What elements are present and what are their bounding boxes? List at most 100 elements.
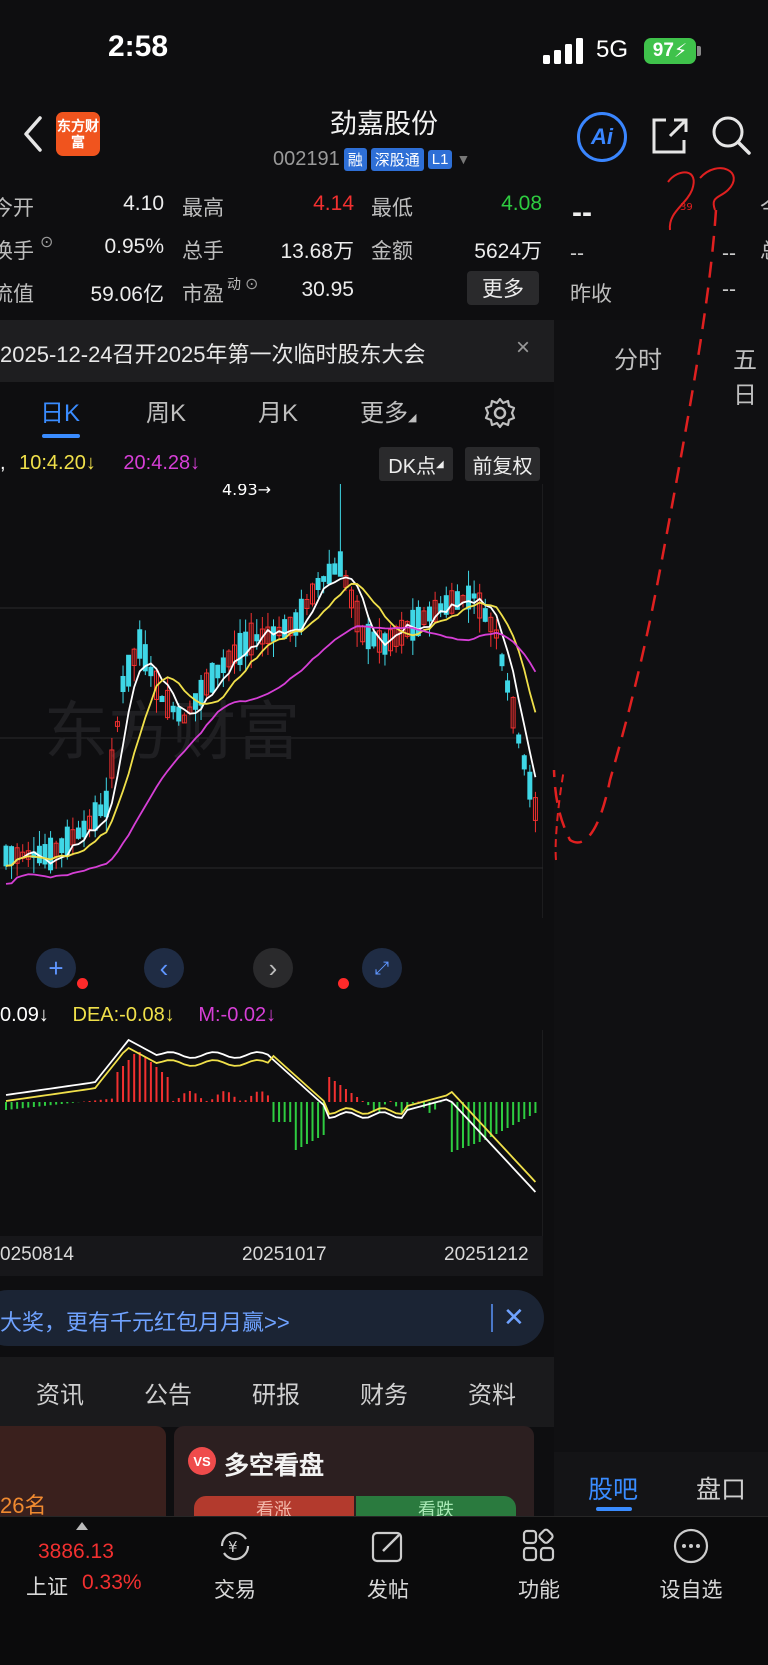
value-turnover: 0.95% (104, 235, 164, 258)
index-name[interactable]: 上证 (26, 1571, 68, 1601)
dif-value: 0.09↓ (0, 1004, 49, 1026)
macd-legend: 0.09↓ DEA:-0.08↓ M:-0.02↓ (0, 1004, 276, 1027)
candle-body (415, 606, 421, 637)
kline-chart[interactable]: 东方财富 4.93→ (0, 484, 543, 918)
label-volume: 总手 (182, 240, 224, 263)
edit-icon (371, 1531, 403, 1563)
dk-point-label: DK点 (388, 455, 437, 478)
candle-body (521, 755, 527, 770)
dea-line (5, 1046, 537, 1183)
network-type: 5G (596, 36, 629, 63)
date-axis: 0250814 20251017 20251212 (0, 1236, 543, 1276)
candle-body (59, 838, 65, 854)
candle-body (482, 608, 488, 622)
candle-body (148, 666, 154, 677)
tab-announcements[interactable]: 公告 (144, 1375, 192, 1410)
charging-icon: ⚡ (673, 40, 688, 62)
candle-body (527, 771, 533, 800)
index-up-arrow-icon (76, 1522, 88, 1530)
dk-point-button[interactable]: DK点 ◢ (379, 447, 453, 481)
tag-connect: 深股通 (370, 147, 424, 171)
more-button[interactable]: 更多 (467, 271, 539, 305)
label-open: 今开 (0, 197, 34, 220)
promo-text[interactable]: 大奖，更有千元红包月月赢>> (0, 1305, 290, 1337)
tab-order-book[interactable]: 盘口 (696, 1470, 746, 1506)
notice-text[interactable]: 2025-12-24召开2025年第一次临时股东大会 (0, 337, 425, 369)
index-change[interactable]: 0.33% (82, 1571, 142, 1595)
tab-finance[interactable]: 财务 (360, 1375, 408, 1410)
candle-body (332, 563, 338, 575)
label-low: 最低 (371, 197, 413, 220)
battery-tip (697, 46, 701, 56)
grid-icon (522, 1528, 555, 1562)
stock-code: 002191 (273, 147, 340, 170)
yuan-exchange-icon: ¥ (220, 1531, 250, 1561)
plus-icon[interactable]: + (36, 948, 76, 988)
label-float-mv: 流值 (0, 283, 34, 306)
tab-research[interactable]: 研报 (252, 1375, 300, 1410)
close-icon[interactable]: × (516, 334, 530, 362)
nav-trade[interactable]: ¥ 交易 (180, 1527, 290, 1604)
candle-body (215, 664, 221, 679)
tag-margin: 融 (343, 147, 367, 171)
info-circle-icon[interactable]: ⊙ (245, 274, 258, 294)
nav-post-label: 发帖 (367, 1579, 409, 1602)
tab-news[interactable]: 资讯 (36, 1375, 84, 1410)
candle-body (48, 837, 54, 871)
nav-post[interactable]: 发帖 (333, 1527, 443, 1604)
label-high: 最高 (182, 197, 224, 220)
candle-body (321, 576, 327, 582)
candle-body (209, 662, 215, 693)
expand-icon[interactable]: ⤢ (362, 948, 402, 988)
nav-add-watchlist[interactable]: 设自选 (636, 1527, 746, 1604)
stock-subtitle[interactable]: 002191 融 深股通 L1 ▼ (273, 146, 470, 172)
label-pe: 市盈 (182, 283, 224, 306)
vs-icon: VS (188, 1447, 216, 1475)
tab-monthly-k[interactable]: 月K (258, 393, 298, 428)
more-dots-icon (673, 1528, 709, 1564)
forward-adjust-button[interactable]: 前复权 (465, 447, 540, 481)
active-tab-underline (42, 434, 80, 438)
candle-body (120, 675, 126, 693)
index-value[interactable]: 3886.13 (38, 1540, 114, 1564)
nav-functions[interactable]: 功能 (484, 1527, 594, 1604)
handwritten-annotation: 39 (552, 167, 735, 861)
svg-text:¥: ¥ (228, 1538, 238, 1556)
tab-more-label: 更多 (360, 400, 408, 427)
close-icon[interactable]: ✕ (503, 1302, 525, 1333)
candle-body (371, 631, 377, 647)
dea-value: DEA:-0.08↓ (72, 1004, 175, 1026)
value-open: 4.10 (123, 192, 164, 215)
value-high: 4.14 (313, 192, 354, 215)
candle-body (81, 820, 87, 838)
candle-body (170, 705, 176, 713)
nav-functions-label: 功能 (518, 1579, 560, 1602)
candle-body (298, 598, 304, 630)
tab-more[interactable]: 更多◢ (360, 393, 416, 428)
chevron-left-icon[interactable]: ‹ (144, 948, 184, 988)
date-label-start: 0250814 (0, 1244, 74, 1265)
rank-number: 26名 (0, 1493, 47, 1518)
ma5-fragment: , (0, 452, 12, 474)
candle-body (126, 654, 132, 687)
status-time: 2:58 (108, 30, 169, 63)
tab-forum[interactable]: 股吧 (588, 1470, 638, 1506)
pe-superscript: 动 (227, 276, 241, 292)
info-tabs: 资讯 公告 研报 财务 资料 (0, 1357, 554, 1427)
info-circle-icon[interactable]: ⊙ (40, 232, 53, 252)
gear-icon[interactable] (484, 397, 516, 429)
tab-weekly-k[interactable]: 周K (146, 393, 186, 428)
candle-body (75, 827, 81, 839)
chevron-right-icon[interactable]: › (253, 948, 293, 988)
red-dot (77, 978, 88, 989)
m-value: M:-0.02↓ (198, 1004, 277, 1026)
macd-chart[interactable] (0, 1030, 543, 1236)
candle-body (516, 734, 522, 744)
annotation-text: 39 (680, 202, 693, 213)
tab-daily-k[interactable]: 日K (40, 393, 80, 428)
tab-profile[interactable]: 资料 (468, 1375, 516, 1410)
candle-body (466, 585, 472, 610)
value-float-mv: 59.06亿 (90, 283, 164, 306)
nav-trade-label: 交易 (214, 1579, 256, 1602)
candle-body (198, 679, 204, 706)
